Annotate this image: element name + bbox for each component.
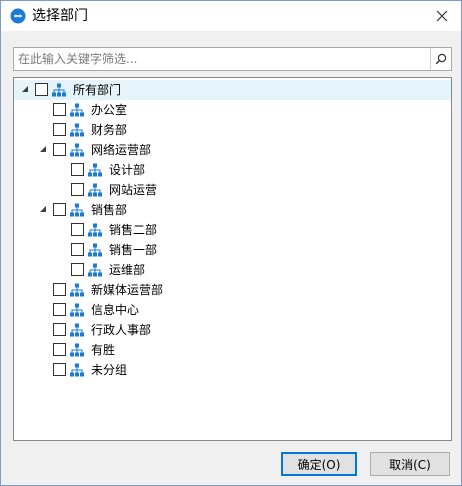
tree-node[interactable]: 信息中心 <box>14 300 451 320</box>
close-button[interactable] <box>427 3 457 29</box>
tree-node[interactable]: 销售二部 <box>14 220 451 240</box>
tree-node-checkbox[interactable] <box>53 363 66 376</box>
org-chart-icon <box>70 103 84 117</box>
tree-node-checkbox[interactable] <box>71 163 84 176</box>
tree-node-label: 销售部 <box>91 203 128 217</box>
tree-node-checkbox[interactable] <box>53 323 66 336</box>
org-chart-icon <box>70 363 84 377</box>
tree-node[interactable]: 新媒体运营部 <box>14 280 451 300</box>
tree-node[interactable]: 有胜 <box>14 340 451 360</box>
tree-node-label: 办公室 <box>91 103 128 117</box>
tree-node-checkbox[interactable] <box>71 263 84 276</box>
search-box <box>13 47 452 71</box>
tree-node[interactable]: 财务部 <box>14 120 451 140</box>
tree-node-checkbox[interactable] <box>53 203 66 216</box>
tree-node-checkbox[interactable] <box>35 83 48 96</box>
cancel-button[interactable]: 取消(C) <box>370 452 450 476</box>
org-chart-icon <box>70 303 84 317</box>
tree-node-checkbox[interactable] <box>53 123 66 136</box>
org-chart-icon <box>88 223 102 237</box>
expanded-arrow-icon[interactable] <box>40 206 46 212</box>
expanded-arrow-icon[interactable] <box>40 146 46 152</box>
search-icon <box>435 53 447 65</box>
tree-node-label: 设计部 <box>109 163 146 177</box>
tree-node-checkbox[interactable] <box>53 103 66 116</box>
search-input[interactable] <box>14 48 430 70</box>
close-icon <box>436 10 448 22</box>
tree-node-label: 运维部 <box>109 263 146 277</box>
select-department-dialog: 选择部门 所有部门办公室财务部网络运营部设计部网站运营销售部销售二部销售一部运维… <box>0 0 462 486</box>
dialog-title: 选择部门 <box>32 8 88 24</box>
tree-node-checkbox[interactable] <box>53 283 66 296</box>
tree-node-checkbox[interactable] <box>71 183 84 196</box>
tree-node-label: 新媒体运营部 <box>91 283 164 297</box>
ok-button[interactable]: 确定(O) <box>281 452 357 476</box>
tree-node[interactable]: 行政人事部 <box>14 320 451 340</box>
tree-node[interactable]: 网络运营部 <box>14 140 451 160</box>
org-chart-icon <box>88 243 102 257</box>
title-bar: 选择部门 <box>1 1 461 31</box>
tree-node[interactable]: 办公室 <box>14 100 451 120</box>
org-chart-icon <box>70 323 84 337</box>
tree-node-checkbox[interactable] <box>53 303 66 316</box>
expanded-arrow-icon[interactable] <box>22 86 28 92</box>
org-chart-icon <box>70 143 84 157</box>
tree-node[interactable]: 销售部 <box>14 200 451 220</box>
tree-node[interactable]: 所有部门 <box>14 80 451 100</box>
tree-node-label: 信息中心 <box>91 303 140 317</box>
tree-node-label: 网站运营 <box>109 183 158 197</box>
tree-node-checkbox[interactable] <box>71 243 84 256</box>
tree-node-checkbox[interactable] <box>71 223 84 236</box>
tree-node[interactable]: 运维部 <box>14 260 451 280</box>
tree-node-checkbox[interactable] <box>53 343 66 356</box>
tree-node-label: 所有部门 <box>73 83 122 97</box>
org-chart-icon <box>88 263 102 277</box>
app-logo-icon <box>10 8 26 24</box>
org-chart-icon <box>70 123 84 137</box>
org-chart-icon <box>70 203 84 217</box>
tree-node-label: 未分组 <box>91 363 128 377</box>
org-chart-icon <box>88 163 102 177</box>
tree-node[interactable]: 未分组 <box>14 360 451 380</box>
tree-node[interactable]: 网站运营 <box>14 180 451 200</box>
org-chart-icon <box>88 183 102 197</box>
tree-node-label: 销售一部 <box>109 243 158 257</box>
tree-node-label: 行政人事部 <box>91 323 152 337</box>
tree-node-checkbox[interactable] <box>53 143 66 156</box>
tree-node-label: 网络运营部 <box>91 143 152 157</box>
org-chart-icon <box>70 283 84 297</box>
tree-node-label: 销售二部 <box>109 223 158 237</box>
department-tree[interactable]: 所有部门办公室财务部网络运营部设计部网站运营销售部销售二部销售一部运维部新媒体运… <box>13 77 452 441</box>
search-button[interactable] <box>430 48 451 70</box>
tree-node[interactable]: 设计部 <box>14 160 451 180</box>
tree-node[interactable]: 销售一部 <box>14 240 451 260</box>
tree-node-label: 有胜 <box>91 343 116 357</box>
org-chart-icon <box>52 83 66 97</box>
org-chart-icon <box>70 343 84 357</box>
tree-node-label: 财务部 <box>91 123 128 137</box>
